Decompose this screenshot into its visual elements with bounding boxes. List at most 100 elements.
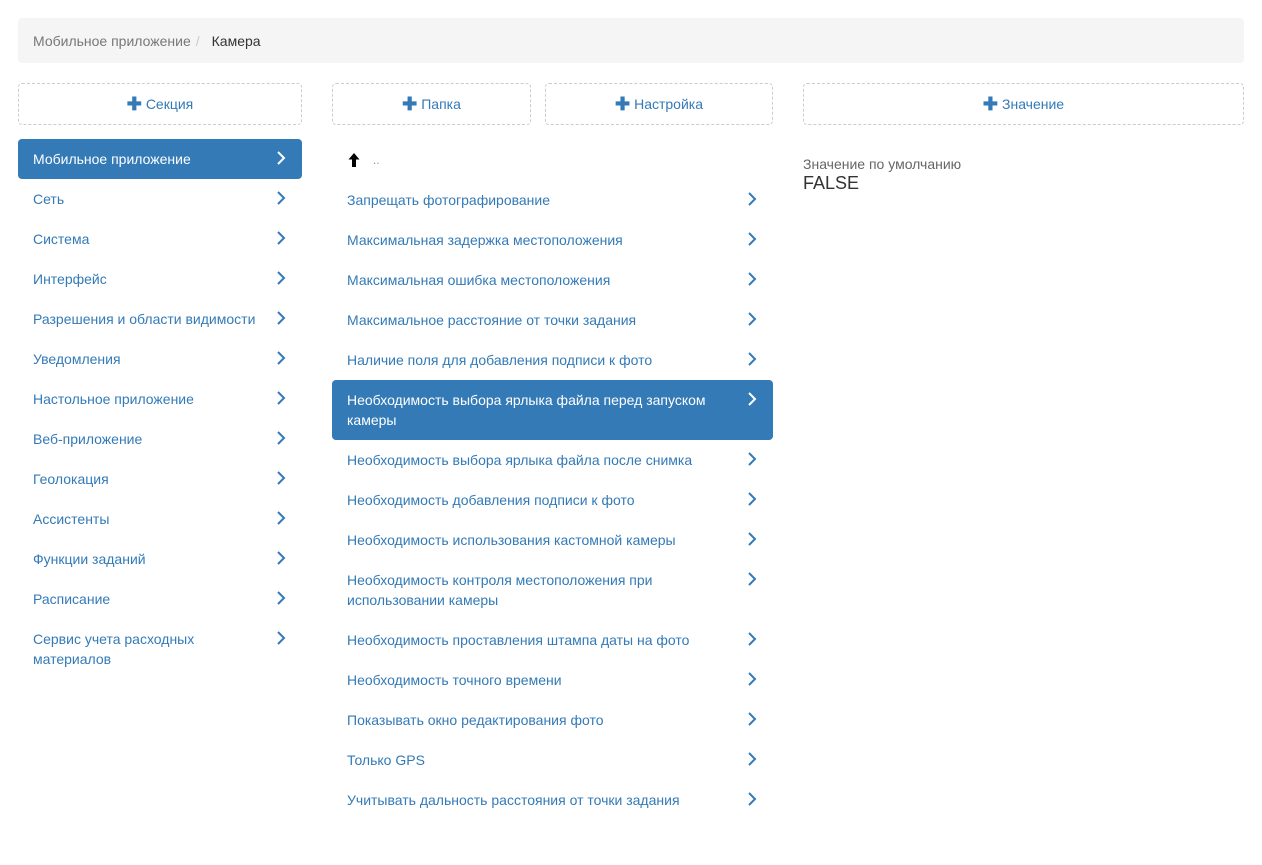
- setting-item-label: Необходимость проставления штампа даты н…: [347, 632, 690, 648]
- add-setting-button[interactable]: ✚ Настройка: [545, 83, 773, 125]
- chevron-right-icon: [745, 531, 759, 547]
- chevron-right-icon: [745, 791, 759, 807]
- setting-item-label: Необходимость выбора ярлыка файла перед …: [347, 392, 706, 428]
- setting-item[interactable]: Запрещать фотографирование: [332, 180, 773, 220]
- setting-item-label: Максимальная задержка местоположения: [347, 232, 623, 248]
- plus-icon: ✚: [126, 94, 142, 114]
- chevron-right-icon: [274, 550, 288, 566]
- arrow-up-icon: [347, 152, 361, 168]
- setting-item[interactable]: Необходимость проставления штампа даты н…: [332, 620, 773, 660]
- default-value-label: Значение по умолчанию: [803, 156, 962, 172]
- section-item-label: Система: [33, 231, 90, 247]
- chevron-right-icon: [274, 390, 288, 406]
- chevron-right-icon: [274, 590, 288, 606]
- setting-item-label: Максимальное расстояние от точки задания: [347, 312, 637, 328]
- section-item[interactable]: Ассистенты: [18, 499, 302, 539]
- setting-item[interactable]: Необходимость выбора ярлыка файла после …: [332, 440, 773, 480]
- section-item[interactable]: Функции заданий: [18, 539, 302, 579]
- section-item[interactable]: Сервис учета расходных материалов: [18, 619, 302, 679]
- section-item-label: Расписание: [33, 591, 111, 607]
- chevron-right-icon: [745, 311, 759, 327]
- section-item[interactable]: Геолокация: [18, 459, 302, 499]
- chevron-right-icon: [274, 190, 288, 206]
- section-item[interactable]: Расписание: [18, 579, 302, 619]
- chevron-right-icon: [745, 231, 759, 247]
- chevron-right-icon: [274, 270, 288, 286]
- section-item-label: Функции заданий: [33, 551, 146, 567]
- chevron-right-icon: [274, 430, 288, 446]
- breadcrumb-current: Камера: [211, 32, 261, 49]
- section-item-label: Уведомления: [33, 351, 121, 367]
- section-item-label: Интерфейс: [33, 271, 107, 287]
- setting-item-label: Только GPS: [347, 752, 425, 768]
- plus-icon: ✚: [982, 94, 998, 114]
- setting-item[interactable]: Только GPS: [332, 740, 773, 780]
- breadcrumb: Мобильное приложение / Камера: [18, 18, 1244, 63]
- chevron-right-icon: [274, 150, 288, 166]
- value-panel: Значение по умолчанию FALSE: [803, 155, 1244, 193]
- chevron-right-icon: [745, 271, 759, 287]
- setting-item[interactable]: Максимальная ошибка местоположения: [332, 260, 773, 300]
- chevron-right-icon: [745, 191, 759, 207]
- section-item-label: Сеть: [33, 191, 65, 207]
- section-item[interactable]: Веб-приложение: [18, 419, 302, 459]
- chevron-right-icon: [274, 350, 288, 366]
- section-item-label: Сервис учета расходных материалов: [33, 631, 195, 667]
- setting-item-label: Учитывать дальность расстояния от точки …: [347, 792, 680, 808]
- section-item[interactable]: Интерфейс: [18, 259, 302, 299]
- setting-item[interactable]: Максимальная задержка местоположения: [332, 220, 773, 260]
- chevron-right-icon: [274, 630, 288, 646]
- setting-item[interactable]: Необходимость использования кастомной ка…: [332, 520, 773, 560]
- navigate-up-item[interactable]: ..: [332, 139, 773, 180]
- setting-item-label: Максимальная ошибка местоположения: [347, 272, 611, 288]
- add-value-label: Значение: [1002, 96, 1065, 112]
- section-item[interactable]: Разрешения и области видимости: [18, 299, 302, 339]
- section-item[interactable]: Настольное приложение: [18, 379, 302, 419]
- setting-item[interactable]: Необходимость добавления подписи к фото: [332, 480, 773, 520]
- setting-item-label: Необходимость контроля местоположения пр…: [347, 572, 653, 608]
- setting-item-label: Необходимость выбора ярлыка файла после …: [347, 452, 693, 468]
- section-item-label: Разрешения и области видимости: [33, 311, 256, 327]
- setting-item[interactable]: Наличие поля для добавления подписи к фо…: [332, 340, 773, 380]
- add-folder-button[interactable]: ✚ Папка: [332, 83, 531, 125]
- add-folder-label: Папка: [421, 96, 461, 112]
- setting-item[interactable]: Показывать окно редактирования фото: [332, 700, 773, 740]
- setting-item[interactable]: Необходимость точного времени: [332, 660, 773, 700]
- setting-item[interactable]: Учитывать дальность расстояния от точки …: [332, 780, 773, 820]
- section-item[interactable]: Сеть: [18, 179, 302, 219]
- section-item[interactable]: Уведомления: [18, 339, 302, 379]
- setting-item-label: Наличие поля для добавления подписи к фо…: [347, 352, 653, 368]
- chevron-right-icon: [274, 510, 288, 526]
- plus-icon: ✚: [614, 94, 631, 114]
- chevron-right-icon: [745, 351, 759, 367]
- section-item-label: Настольное приложение: [33, 391, 194, 407]
- chevron-right-icon: [745, 711, 759, 727]
- chevron-right-icon: [745, 491, 759, 507]
- section-item[interactable]: Мобильное приложение: [18, 139, 302, 179]
- breadcrumb-separator: /: [195, 32, 200, 49]
- chevron-right-icon: [745, 671, 759, 687]
- add-section-button[interactable]: ✚ Секция: [18, 83, 302, 125]
- section-item-label: Мобильное приложение: [33, 151, 191, 167]
- section-item-label: Ассистенты: [33, 511, 110, 527]
- setting-item[interactable]: Необходимость выбора ярлыка файла перед …: [332, 380, 773, 440]
- section-item-label: Геолокация: [33, 471, 109, 487]
- add-value-button[interactable]: ✚ Значение: [803, 83, 1244, 125]
- section-item[interactable]: Система: [18, 219, 302, 259]
- navigate-up-label: ..: [372, 153, 380, 167]
- chevron-right-icon: [745, 751, 759, 767]
- chevron-right-icon: [274, 470, 288, 486]
- setting-item[interactable]: Необходимость контроля местоположения пр…: [332, 560, 773, 620]
- chevron-right-icon: [745, 571, 759, 587]
- setting-item[interactable]: Максимальное расстояние от точки задания: [332, 300, 773, 340]
- chevron-right-icon: [745, 391, 759, 407]
- add-setting-label: Настройка: [634, 96, 703, 112]
- plus-icon: ✚: [402, 94, 418, 114]
- chevron-right-icon: [274, 310, 288, 326]
- sections-list: Мобильное приложение Сеть Система Интерфейс…: [18, 139, 302, 679]
- setting-item-label: Запрещать фотографирование: [347, 192, 551, 208]
- section-item-label: Веб-приложение: [33, 431, 143, 447]
- setting-item-label: Необходимость добавления подписи к фото: [347, 492, 635, 508]
- chevron-right-icon: [745, 631, 759, 647]
- breadcrumb-parent-link[interactable]: Мобильное приложение: [33, 33, 191, 49]
